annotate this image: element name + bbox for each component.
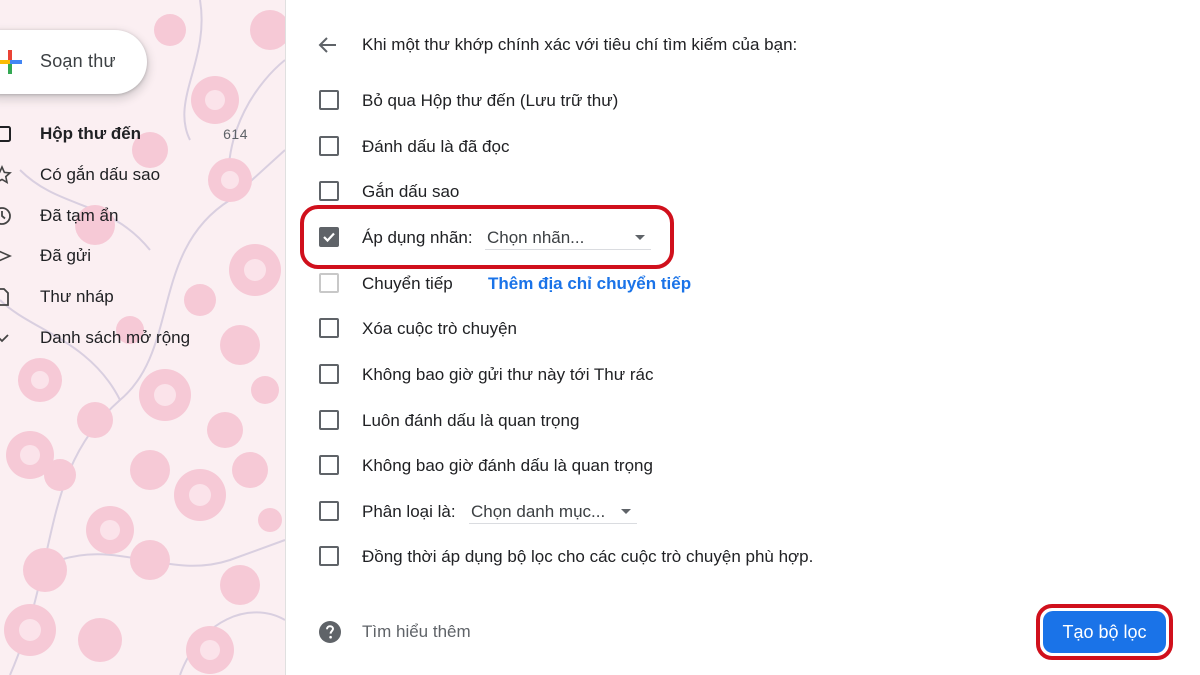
dropdown-caret-icon <box>621 509 631 514</box>
option-label: Phân loại là: <box>362 502 456 521</box>
compose-plus-icon <box>0 50 22 74</box>
option-label: Chuyển tiếp <box>362 274 453 293</box>
categorize-checkbox[interactable] <box>319 501 339 521</box>
add-forwarding-address-link[interactable]: Thêm địa chỉ chuyển tiếp <box>488 274 691 294</box>
sidebar-item-label: Thư nháp <box>40 287 114 306</box>
panel-header: Khi một thư khớp chính xác với tiêu chí … <box>362 35 798 54</box>
back-arrow-icon[interactable] <box>316 33 340 57</box>
choose-label-select[interactable]: Chọn nhãn... <box>485 226 651 250</box>
option-mark-read: Đánh dấu là đã đọc <box>316 131 1156 161</box>
dropdown-caret-icon <box>635 235 645 240</box>
filter-actions-panel: Khi một thư khớp chính xác với tiêu chí … <box>285 0 1200 675</box>
option-label: Áp dụng nhãn: <box>362 228 473 247</box>
option-label: Bỏ qua Hộp thư đến (Lưu trữ thư) <box>362 91 619 110</box>
send-icon <box>0 250 12 262</box>
help-icon[interactable] <box>318 620 342 644</box>
delete-checkbox[interactable] <box>319 318 339 338</box>
option-delete: Xóa cuộc trò chuyện <box>316 313 1156 343</box>
star-icon <box>0 165 12 185</box>
sidebar-item-starred[interactable]: Có gắn dấu sao <box>0 159 260 191</box>
option-also-apply: Đồng thời áp dụng bộ lọc cho các cuộc tr… <box>316 541 1156 571</box>
sidebar-item-more[interactable]: Danh sách mở rộng <box>0 322 260 354</box>
mark-read-checkbox[interactable] <box>319 136 339 156</box>
checkmark-icon <box>323 232 335 243</box>
also-apply-checkbox[interactable] <box>319 546 339 566</box>
sidebar-item-inbox[interactable]: Hộp thư đến 614 <box>0 118 260 150</box>
option-label: Xóa cuộc trò chuyện <box>362 319 517 338</box>
always-important-checkbox[interactable] <box>319 410 339 430</box>
option-apply-label: Áp dụng nhãn: Chọn nhãn... <box>316 222 1156 252</box>
clock-icon <box>0 207 11 225</box>
option-label: Không bao giờ gửi thư này tới Thư rác <box>362 365 654 384</box>
sidebar-item-label: Danh sách mở rộng <box>40 328 191 347</box>
option-skip-inbox: Bỏ qua Hộp thư đến (Lưu trữ thư) <box>316 85 1156 115</box>
choose-category-select[interactable]: Chọn danh mục... <box>469 500 637 524</box>
learn-more-link[interactable]: Tìm hiểu thêm <box>362 622 471 642</box>
sidebar-item-label: Đã gửi <box>40 246 92 265</box>
option-never-spam: Không bao giờ gửi thư này tới Thư rác <box>316 359 1156 389</box>
never-important-checkbox[interactable] <box>319 455 339 475</box>
compose-button[interactable]: Soạn thư <box>0 30 147 94</box>
never-spam-checkbox[interactable] <box>319 364 339 384</box>
sidebar-item-label: Hộp thư đến <box>40 124 142 143</box>
choose-label-value: Chọn nhãn... <box>487 228 585 247</box>
option-label: Luôn đánh dấu là quan trọng <box>362 411 580 430</box>
option-label: Đánh dấu là đã đọc <box>362 137 510 156</box>
option-star-it: Gắn dấu sao <box>316 176 1156 206</box>
inbox-unread-count: 614 <box>223 126 248 142</box>
option-always-important: Luôn đánh dấu là quan trọng <box>316 405 1156 435</box>
option-categorize: Phân loại là: Chọn danh mục... <box>316 496 1156 526</box>
draft-icon <box>0 288 9 306</box>
choose-category-value: Chọn danh mục... <box>471 502 606 521</box>
create-filter-button[interactable]: Tạo bộ lọc <box>1043 611 1166 653</box>
sidebar-item-sent[interactable]: Đã gửi <box>0 240 260 272</box>
apply-label-checkbox[interactable] <box>319 227 339 247</box>
star-it-checkbox[interactable] <box>319 181 339 201</box>
sidebar-item-snoozed[interactable]: Đã tạm ẩn <box>0 200 260 232</box>
chevron-down-icon <box>0 334 9 343</box>
inbox-icon <box>0 126 11 142</box>
sidebar-item-label: Đã tạm ẩn <box>40 206 119 225</box>
skip-inbox-checkbox[interactable] <box>319 90 339 110</box>
sidebar-item-drafts[interactable]: Thư nháp <box>0 281 260 313</box>
forward-checkbox[interactable] <box>319 273 339 293</box>
option-label: Gắn dấu sao <box>362 182 460 201</box>
option-forward: Chuyển tiếp Thêm địa chỉ chuyển tiếp <box>316 268 1156 298</box>
option-never-important: Không bao giờ đánh dấu là quan trọng <box>316 450 1156 480</box>
sidebar-item-label: Có gắn dấu sao <box>40 165 161 184</box>
option-label: Không bao giờ đánh dấu là quan trọng <box>362 456 653 475</box>
sidebar: Soạn thư Hộp thư đến 614 Có gắn dấu sao … <box>0 0 285 675</box>
compose-label: Soạn thư <box>40 51 116 71</box>
option-label: Đồng thời áp dụng bộ lọc cho các cuộc tr… <box>362 547 814 566</box>
